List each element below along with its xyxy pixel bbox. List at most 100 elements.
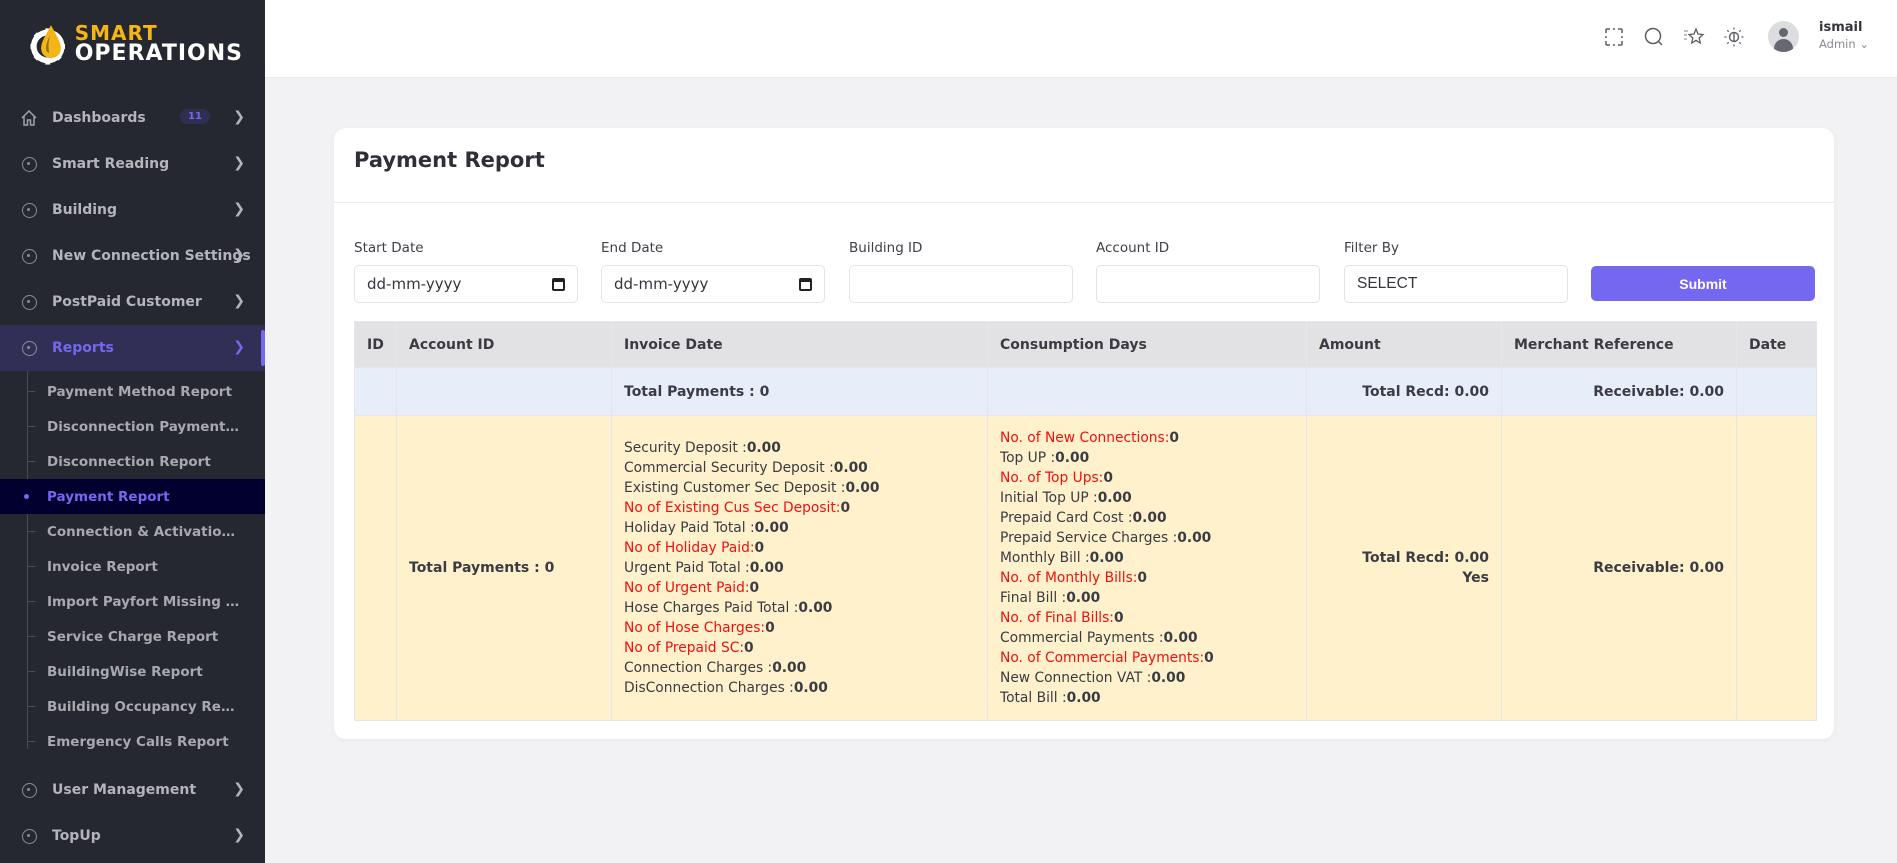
sidebar-item-dashboards[interactable]: Dashboards 11 ❯ (0, 95, 265, 141)
search-icon[interactable] (1643, 26, 1665, 48)
detail-receivable: Receivable: 0.00 (1501, 415, 1737, 721)
reports-submenu: Payment Method Report Disconnection Paym… (0, 371, 265, 767)
account-id-input[interactable] (1096, 265, 1320, 303)
sidebar-item-reports[interactable]: Reports ❯ (0, 325, 265, 371)
fullscreen-icon[interactable] (1603, 26, 1625, 48)
submenu-item-invoice-report[interactable]: Invoice Report (0, 549, 265, 584)
submenu-item-label: Building Occupancy Report (47, 698, 242, 715)
breakdown-label: No of Prepaid SC: (624, 640, 744, 656)
breakdown-line: Top UP :0.00 (1000, 448, 1294, 468)
breakdown-line: No. of Final Bills:0 (1000, 608, 1294, 628)
summary-date-cell (1736, 367, 1817, 416)
user-avatar[interactable] (1768, 21, 1799, 52)
filter-by-label: Filter By (1344, 240, 1399, 256)
brand-top: SMART (74, 21, 158, 45)
submenu-item-disconnection-report[interactable]: Disconnection Report (0, 444, 265, 479)
end-date-group: End Date dd-mm-yyyy (601, 240, 825, 303)
submenu-item-buildingwise-report[interactable]: BuildingWise Report (0, 654, 265, 689)
submenu-item-payment-method-report[interactable]: Payment Method Report (0, 374, 265, 409)
column-header-amount[interactable]: Amount (1306, 321, 1502, 368)
breakdown-label: Existing Customer Sec Deposit : (624, 480, 846, 496)
breakdown-value: 0.00 (1163, 630, 1198, 646)
sidebar-item-label: TopUp (52, 828, 101, 844)
chevron-right-icon: ❯ (233, 155, 245, 171)
submenu-item-emergency-calls-report[interactable]: Emergency Calls Report (0, 724, 265, 759)
calendar-icon[interactable] (552, 277, 565, 291)
breakdown-label: No of Urgent Paid: (624, 580, 750, 596)
submenu-item-label: Emergency Calls Report (47, 733, 229, 750)
submenu-item-label: Payment Report (47, 488, 170, 505)
user-name[interactable]: ismail (1819, 20, 1862, 35)
account-id-label: Account ID (1096, 240, 1170, 256)
column-header-date[interactable]: Date (1736, 321, 1817, 368)
detail-amount-note: Yes (1462, 570, 1489, 586)
sidebar-item-new-connection-settings[interactable]: New Connection Settings ❯ (0, 233, 265, 279)
breakdown-line: Hose Charges Paid Total :0.00 (624, 598, 975, 618)
submenu-item-import-payfort-missing[interactable]: Import Payfort Missing Payments (0, 584, 265, 619)
breakdown-line: Commercial Security Deposit :0.00 (624, 458, 975, 478)
end-date-input[interactable]: dd-mm-yyyy (601, 265, 825, 303)
breakdown-label: No of Holiday Paid: (624, 540, 755, 556)
sidebar-item-postpaid-customer[interactable]: PostPaid Customer ❯ (0, 279, 265, 325)
sidebar-item-label: PostPaid Customer (52, 294, 202, 310)
breakdown-value: 0 (754, 540, 765, 556)
chevron-right-icon: ❯ (233, 109, 245, 125)
start-date-input[interactable]: dd-mm-yyyy (354, 265, 578, 303)
submenu-item-service-charge-report[interactable]: Service Charge Report (0, 619, 265, 654)
breakdown-value: 0 (1137, 570, 1148, 586)
column-header-merchant-reference[interactable]: Merchant Reference (1501, 321, 1737, 368)
submit-button[interactable]: Submit (1591, 266, 1815, 301)
filter-by-group: Filter By SELECT (1344, 240, 1568, 303)
circle-icon (21, 156, 37, 172)
breakdown-value: 0 (765, 620, 775, 636)
circle-icon (21, 828, 37, 844)
calendar-icon[interactable] (799, 277, 812, 291)
app-logo[interactable]: SMART OPERATIONS (28, 18, 243, 70)
breakdown-value: 0.00 (1055, 450, 1090, 466)
breakdown-label: No of Existing Cus Sec Deposit: (624, 500, 841, 516)
column-header-invoice-date[interactable]: Invoice Date (611, 321, 988, 368)
chevron-right-icon: ❯ (233, 201, 245, 217)
consumption-breakdown-cell: No. of New Connections:0 Top UP :0.00 No. … (987, 415, 1307, 721)
breakdown-line: Existing Customer Sec Deposit :0.00 (624, 478, 975, 498)
sidebar-item-building[interactable]: Building ❯ (0, 187, 265, 233)
detail-row: Total Payments : 0 Security Deposit :0.0… (354, 415, 1817, 721)
summary-row: Total Payments : 0 Total Recd: 0.00 Rece… (354, 367, 1817, 416)
breakdown-label: Total Bill : (1000, 690, 1067, 706)
column-header-consumption-days[interactable]: Consumption Days (987, 321, 1307, 368)
submenu-item-connection-activation-report[interactable]: Connection & Activation Report (0, 514, 265, 549)
summary-receivable: Receivable: 0.00 (1501, 367, 1737, 416)
theme-sun-icon[interactable] (1723, 26, 1745, 48)
bookmark-star-icon[interactable] (1683, 26, 1705, 48)
start-date-placeholder: dd-mm-yyyy (367, 275, 462, 293)
breakdown-label: Urgent Paid Total : (624, 560, 750, 576)
breakdown-line: No of Existing Cus Sec Deposit:0 (624, 498, 975, 518)
breakdown-label: No of Hose Charges: (624, 620, 766, 636)
breakdown-line: Total Bill :0.00 (1000, 688, 1294, 708)
sidebar: SMART OPERATIONS Dashboards 11 ❯ Smart R… (0, 0, 265, 863)
sidebar-item-user-management[interactable]: User Management ❯ (0, 767, 265, 813)
building-id-label: Building ID (849, 240, 923, 256)
column-header-id[interactable]: ID (354, 321, 397, 368)
breakdown-label: Prepaid Card Cost : (1000, 510, 1133, 526)
breakdown-line: DisConnection Charges :0.00 (624, 678, 975, 698)
breakdown-label: No. of Monthly Bills: (1000, 570, 1138, 586)
summary-total-recd: Total Recd: 0.00 (1306, 367, 1502, 416)
user-role-dropdown[interactable]: Admin ⌄ (1819, 37, 1869, 51)
submenu-item-building-occupancy-report[interactable]: Building Occupancy Report (0, 689, 265, 724)
breakdown-line: No of Holiday Paid:0 (624, 538, 975, 558)
sidebar-item-smart-reading[interactable]: Smart Reading ❯ (0, 141, 265, 187)
sidebar-item-label: Dashboards (52, 110, 146, 126)
sidebar-item-topup[interactable]: TopUp ❯ (0, 813, 265, 859)
column-header-account-id[interactable]: Account ID (396, 321, 612, 368)
submenu-item-disconnection-payment-report[interactable]: Disconnection Payment Report (0, 409, 265, 444)
submenu-item-label: Service Charge Report (47, 628, 219, 645)
breakdown-value: 0.00 (749, 560, 784, 576)
filter-by-select[interactable]: SELECT (1344, 265, 1568, 303)
breakdown-value: 0.00 (793, 680, 828, 696)
breakdown-label: No. of Commercial Payments: (1000, 650, 1205, 666)
submenu-item-payment-report[interactable]: Payment Report (0, 479, 265, 514)
top-header: ismail Admin ⌄ (265, 0, 1897, 78)
breakdown-label: Commercial Security Deposit : (624, 460, 834, 476)
building-id-input[interactable] (849, 265, 1073, 303)
